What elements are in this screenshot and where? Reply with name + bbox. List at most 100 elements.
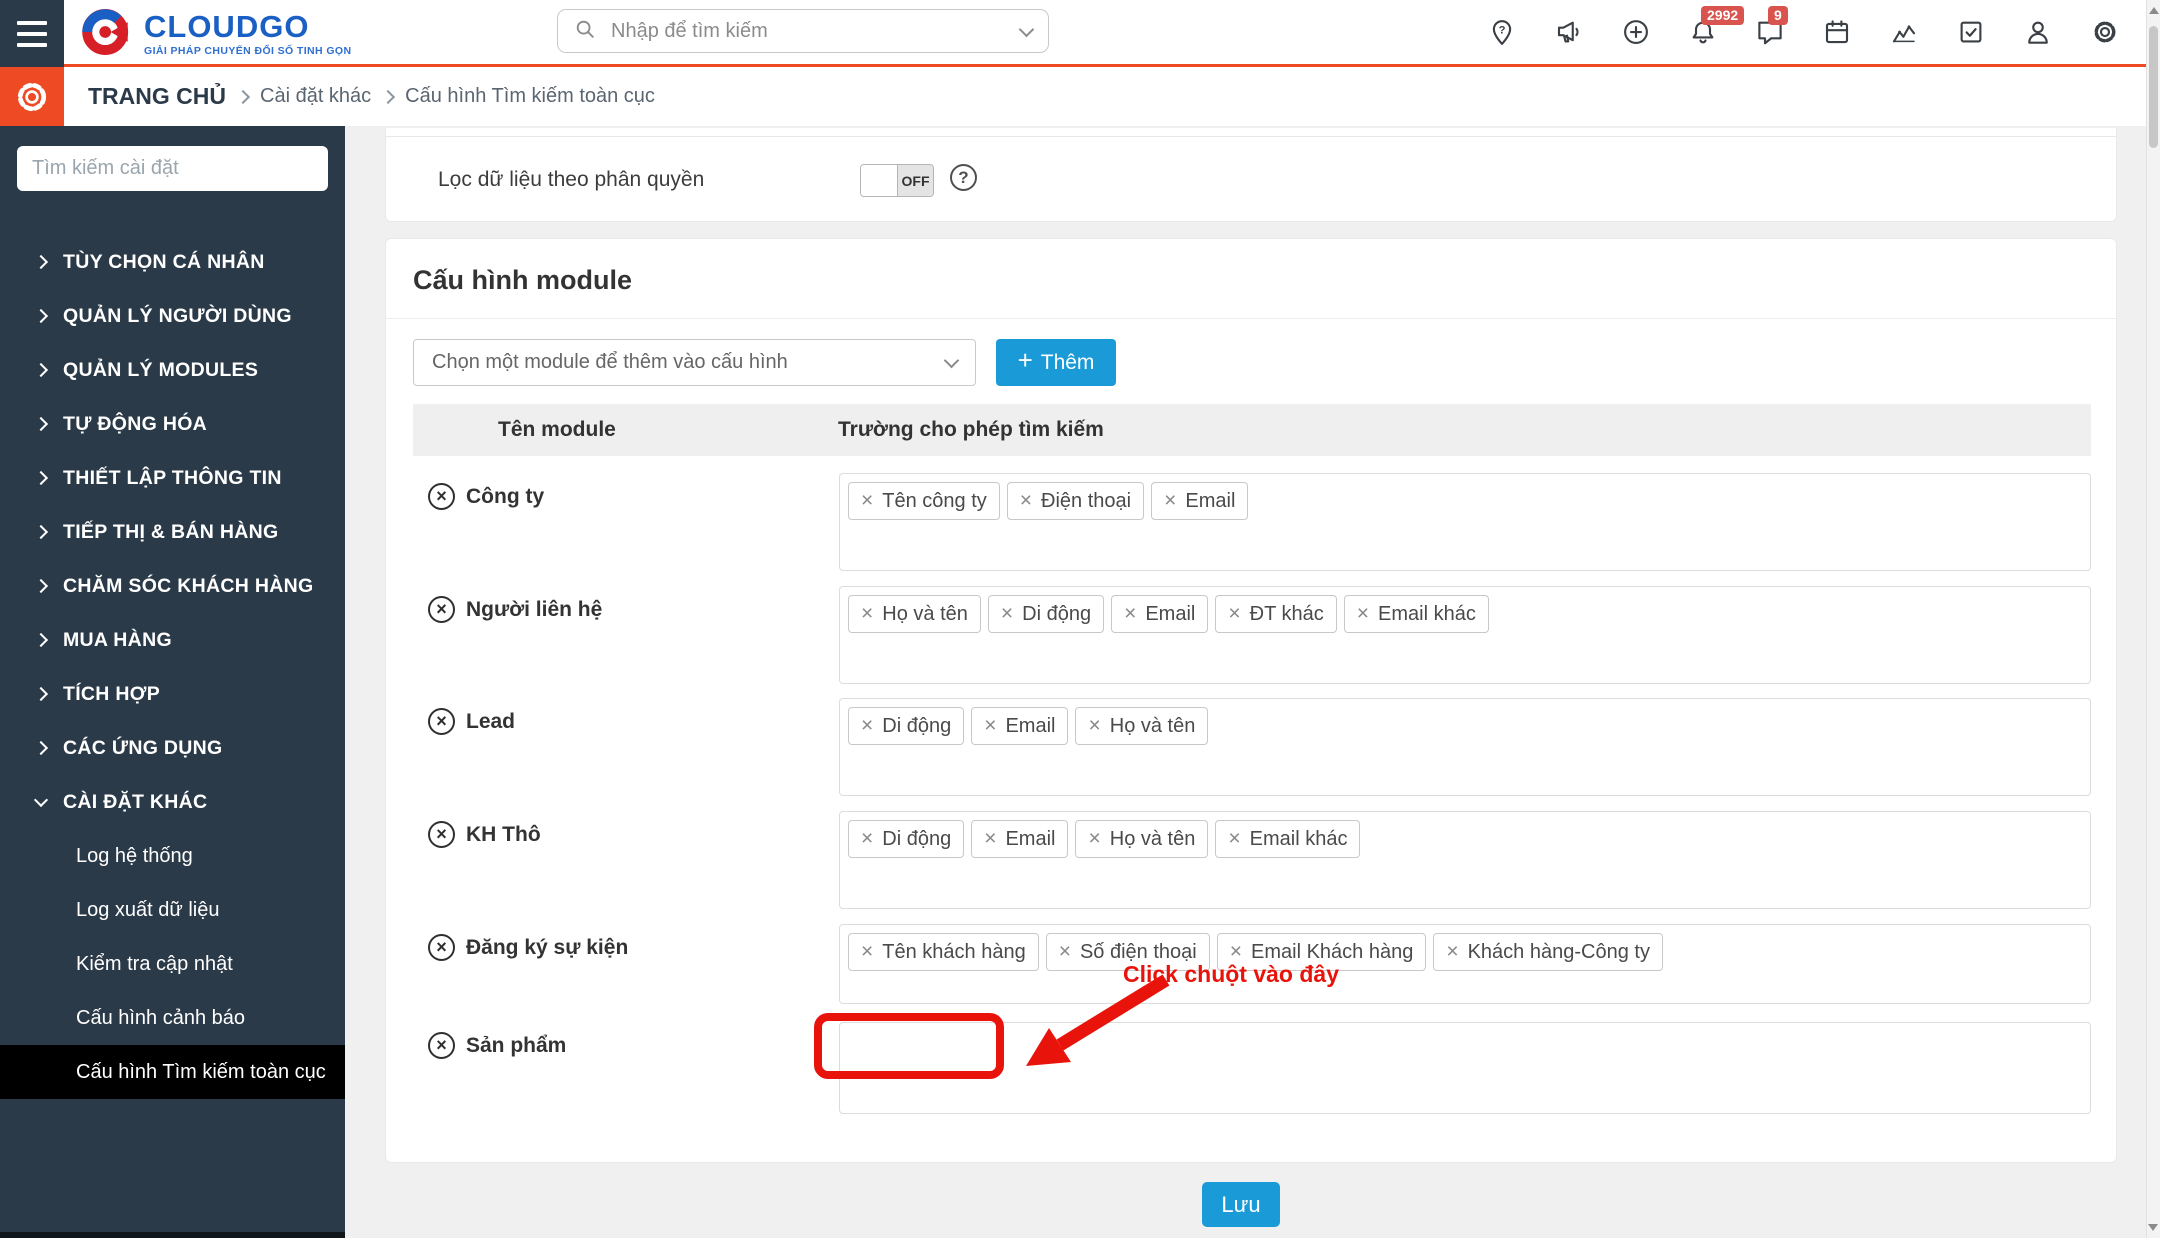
table-row: Người liên hệ Họ và tên Di động Email ĐT… (413, 586, 2091, 684)
plus-icon (1018, 350, 1033, 375)
settings-gear-icon[interactable] (2090, 17, 2120, 47)
chevron-right-icon (33, 578, 49, 594)
remove-field-icon[interactable] (861, 941, 873, 964)
remove-field-icon[interactable] (861, 490, 873, 513)
search-fields-input[interactable]: Tên công ty Điện thoại Email (839, 473, 2091, 571)
sidebar-subitem-log-xuat-du-lieu[interactable]: Log xuất dữ liệu (0, 883, 345, 937)
remove-module-icon[interactable] (428, 708, 455, 735)
sidebar-subitem-kiem-tra-cap-nhat[interactable]: Kiểm tra cập nhật (0, 937, 345, 991)
announcement-icon[interactable] (1554, 17, 1584, 47)
field-tag: Email khác (1215, 820, 1361, 858)
sidebar-subitem-label: Cấu hình cảnh báo (76, 1006, 246, 1029)
search-fields-input[interactable]: Di động Email Họ và tên (839, 698, 2091, 796)
sidebar-subitem-cau-hinh-canh-bao[interactable]: Cấu hình cảnh báo (0, 991, 345, 1045)
sidebar-subitem-label: Kiểm tra cập nhật (76, 952, 233, 975)
chevron-right-icon (33, 740, 49, 756)
sidebar-item-label: QUẢN LÝ MODULES (63, 358, 259, 381)
remove-module-icon[interactable] (428, 483, 455, 510)
remove-module-icon[interactable] (428, 934, 455, 961)
scrollbar-thumb[interactable] (2149, 26, 2158, 148)
notifications-bell-icon[interactable]: 2992 (1688, 6, 1745, 47)
sidebar-item-label: MUA HÀNG (63, 628, 172, 651)
remove-field-icon[interactable] (1001, 603, 1013, 626)
sidebar-item-tiep-thi-ban-hang[interactable]: TIẾP THỊ & BÁN HÀNG (0, 505, 345, 559)
sidebar-item-tuy-chon-ca-nhan[interactable]: TÙY CHỌN CÁ NHÂN (0, 235, 345, 289)
remove-module-icon[interactable] (428, 1032, 455, 1059)
sidebar-subitem-cau-hinh-tim-kiem-toan-cuc[interactable]: Cấu hình Tìm kiếm toàn cục (0, 1045, 345, 1099)
breadcrumb-item[interactable]: Cài đặt khác (260, 85, 371, 108)
help-icon[interactable]: ? (950, 164, 977, 191)
field-tag-label: Email khác (1249, 827, 1348, 850)
topbar-icon-row: ? 2992 9 (1487, 0, 2120, 64)
sidebar-subitem-log-he-thong[interactable]: Log hệ thống (0, 829, 345, 883)
remove-field-icon[interactable] (1059, 941, 1071, 964)
profile-icon[interactable] (2023, 17, 2053, 47)
remove-field-icon[interactable] (1088, 715, 1100, 738)
tasks-icon[interactable] (1956, 17, 1986, 47)
sidebar-item-quan-ly-modules[interactable]: QUẢN LÝ MODULES (0, 343, 345, 397)
toggle-state-label: OFF (898, 165, 933, 196)
remove-field-icon[interactable] (1020, 490, 1032, 513)
sidebar-item-tu-dong-hoa[interactable]: TỰ ĐỘNG HÓA (0, 397, 345, 451)
global-search-box[interactable] (557, 9, 1049, 53)
breadcrumb-home-link[interactable]: TRANG CHỦ (88, 83, 226, 110)
remove-field-icon[interactable] (1357, 603, 1369, 626)
chevron-down-icon (943, 352, 960, 369)
sidebar-search-input[interactable] (17, 146, 328, 191)
field-tag: Di động (848, 820, 965, 858)
scroll-down-arrow-icon[interactable] (2148, 1224, 2158, 1231)
quick-add-icon[interactable] (1621, 17, 1651, 47)
remove-field-icon[interactable] (1164, 490, 1176, 513)
sidebar-subitem-label: Log xuất dữ liệu (76, 898, 220, 921)
sidebar-item-tich-hop[interactable]: TÍCH HỢP (0, 667, 345, 721)
analytics-icon[interactable] (1889, 17, 1919, 47)
location-help-icon[interactable]: ? (1487, 17, 1517, 47)
field-tag-label: Họ và tên (1109, 827, 1196, 850)
remove-field-icon[interactable] (861, 715, 873, 738)
remove-field-icon[interactable] (1124, 603, 1136, 626)
sidebar-item-label: THIẾT LẬP THÔNG TIN (63, 466, 282, 489)
permission-filter-toggle[interactable]: OFF (860, 164, 934, 197)
save-button[interactable]: Lưu (1202, 1182, 1280, 1227)
module-select-placeholder: Chọn một module để thêm vào cấu hình (432, 351, 788, 373)
remove-module-icon[interactable] (428, 596, 455, 623)
sidebar-item-thiet-lap-thong-tin[interactable]: THIẾT LẬP THÔNG TIN (0, 451, 345, 505)
remove-field-icon[interactable] (1228, 603, 1240, 626)
chevron-down-icon[interactable] (1018, 21, 1035, 37)
sidebar-item-cai-dat-khac[interactable]: CÀI ĐẶT KHÁC (0, 775, 345, 829)
field-tag: Họ và tên (1075, 820, 1209, 858)
remove-field-icon[interactable] (984, 828, 996, 851)
global-search-input[interactable] (609, 18, 1008, 44)
cloudgo-logo-icon (80, 5, 134, 64)
remove-module-icon[interactable] (428, 821, 455, 848)
remove-field-icon[interactable] (861, 603, 873, 626)
chat-icon[interactable]: 9 (1755, 6, 1788, 47)
divider (386, 318, 2116, 319)
vertical-scrollbar[interactable] (2146, 0, 2160, 1238)
remove-field-icon[interactable] (1446, 941, 1458, 964)
breadcrumb: TRANG CHỦ Cài đặt khác Cấu hình Tìm kiếm… (88, 67, 655, 126)
field-tag: Email khác (1343, 595, 1489, 633)
field-tag-label: Email (1005, 827, 1056, 850)
settings-module-icon[interactable] (0, 67, 64, 126)
scroll-up-arrow-icon[interactable] (2148, 7, 2159, 14)
search-fields-input[interactable]: Họ và tên Di động Email ĐT khác Email kh… (839, 586, 2091, 684)
add-module-button[interactable]: Thêm (996, 339, 1116, 386)
hamburger-menu-button[interactable] (0, 0, 64, 67)
remove-field-icon[interactable] (861, 828, 873, 851)
module-select-dropdown[interactable]: Chọn một module để thêm vào cấu hình (413, 339, 976, 386)
remove-field-icon[interactable] (1088, 828, 1100, 851)
sidebar-item-cham-soc-khach-hang[interactable]: CHĂM SÓC KHÁCH HÀNG (0, 559, 345, 613)
remove-field-icon[interactable] (984, 715, 996, 738)
sidebar-item-quan-ly-nguoi-dung[interactable]: QUẢN LÝ NGƯỜI DÙNG (0, 289, 345, 343)
remove-field-icon[interactable] (1228, 828, 1240, 851)
calendar-icon[interactable] (1822, 17, 1852, 47)
cloudgo-logo[interactable]: CLOUDGO GIẢI PHÁP CHUYỂN ĐỔI SỐ TINH GỌN (80, 5, 351, 64)
search-fields-input[interactable]: Di động Email Họ và tên Email khác (839, 811, 2091, 909)
logo-tagline: GIẢI PHÁP CHUYỂN ĐỔI SỐ TINH GỌN (144, 45, 352, 57)
sidebar-item-cac-ung-dung[interactable]: CÁC ỨNG DỤNG (0, 721, 345, 775)
chevron-right-icon (235, 89, 251, 104)
field-tag: Di động (848, 707, 965, 745)
annotation-arrow-icon (1026, 974, 1170, 1066)
sidebar-item-mua-hang[interactable]: MUA HÀNG (0, 613, 345, 667)
